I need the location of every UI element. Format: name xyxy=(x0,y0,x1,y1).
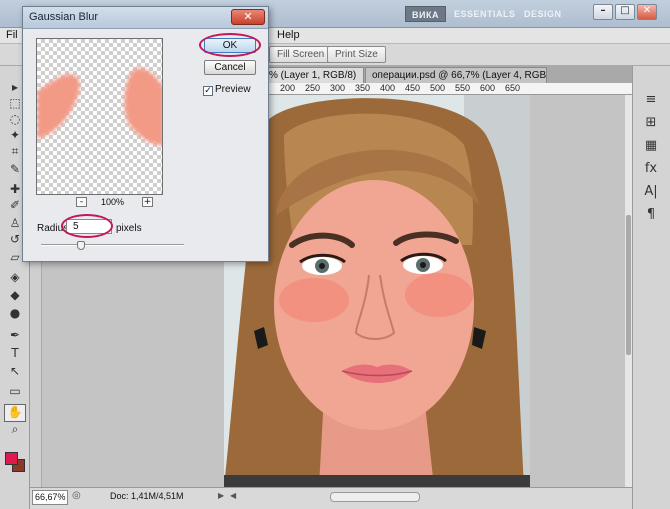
status-arrow-right-icon[interactable]: ▶ xyxy=(218,491,224,500)
close-icon: ✕ xyxy=(642,5,652,16)
cancel-button[interactable]: Cancel xyxy=(204,60,256,75)
radius-unit-label: pixels xyxy=(116,223,142,234)
menu-file[interactable]: Fil xyxy=(6,29,18,41)
panel-toggle-icon[interactable]: ≡ xyxy=(641,92,661,108)
app-close-button[interactable]: ✕ xyxy=(637,4,657,20)
vertical-scrollbar[interactable] xyxy=(625,95,632,487)
foreground-color-swatch[interactable] xyxy=(5,452,18,465)
ruler-tick: 600 xyxy=(480,83,496,93)
document-size-info: Doc: 1,41M/4,51M xyxy=(110,491,184,501)
ruler-tick: 200 xyxy=(280,83,296,93)
zoom-out-button[interactable]: - xyxy=(76,197,87,207)
ruler-tick: 550 xyxy=(455,83,471,93)
close-icon: ✕ xyxy=(243,10,253,23)
hand-tool-icon[interactable]: ✋ xyxy=(4,404,26,422)
portrait-illustration xyxy=(224,95,530,487)
workspace-design-button[interactable]: DESIGN xyxy=(518,6,568,22)
panel-toggle-icon[interactable]: fx xyxy=(641,161,661,177)
fill-screen-button[interactable]: Fill Screen xyxy=(269,46,333,63)
panel-toggle-icon[interactable]: ⊞ xyxy=(641,115,661,131)
status-info-icon[interactable]: ◎ xyxy=(72,490,81,501)
radius-slider-track[interactable] xyxy=(41,244,184,246)
status-bar: 66,67% ◎ Doc: 1,41M/4,51M ▶ ◀ xyxy=(30,487,632,509)
zoom-level-field[interactable]: 66,67% xyxy=(32,490,68,505)
portrait-photo[interactable] xyxy=(224,95,530,487)
tab-operations-psd[interactable]: операции.psd @ 66,7% (Layer 4, RGB/8) * xyxy=(365,67,547,83)
tab-close-icon[interactable]: × xyxy=(363,70,364,81)
panel-toggle-icon[interactable]: ▦ xyxy=(641,138,661,154)
blur-tool-icon[interactable]: ◆ xyxy=(4,288,26,306)
blur-preview-area[interactable] xyxy=(36,38,163,195)
photoshop-window: ВИКА ESSENTIALS DESIGN – □ ✕ Fil Help Fi… xyxy=(0,0,670,509)
ruler-tick: 350 xyxy=(355,83,371,93)
radius-slider-thumb[interactable] xyxy=(77,241,85,250)
horizontal-ruler: 200 250 300 350 400 450 500 550 600 650 xyxy=(262,83,632,95)
print-size-button[interactable]: Print Size xyxy=(327,46,386,63)
workspace-vika-button[interactable]: ВИКА xyxy=(405,6,446,22)
ruler-tick: 650 xyxy=(505,83,521,93)
vertical-scroll-thumb[interactable] xyxy=(626,215,631,355)
horizontal-scroll-thumb[interactable] xyxy=(330,492,420,502)
radius-input[interactable]: 5 xyxy=(66,219,112,234)
preview-label: Preview xyxy=(215,84,251,95)
preview-zoom-level: 100% xyxy=(101,197,125,207)
minimize-icon: – xyxy=(600,5,606,16)
ruler-tick: 300 xyxy=(330,83,346,93)
preview-skin-shapes xyxy=(37,68,162,146)
restore-button[interactable]: □ xyxy=(615,4,635,20)
document-tab-bar: % (Layer 1, RGB/8) × операции.psd @ 66,7… xyxy=(262,66,632,83)
preview-checkbox-row[interactable]: ✓ Preview xyxy=(203,84,251,96)
panel-toggle-icon[interactable]: ¶ xyxy=(641,207,661,223)
bucket-tool-icon[interactable]: ◈ xyxy=(4,270,26,288)
type-tool-icon[interactable]: T xyxy=(4,346,26,364)
workspace-essentials-button[interactable]: ESSENTIALS xyxy=(448,6,522,22)
ok-button[interactable]: OK xyxy=(204,38,256,53)
ruler-tick: 450 xyxy=(405,83,421,93)
panel-toggle-icon[interactable]: A| xyxy=(641,184,661,200)
pen-tool-icon[interactable]: ✒ xyxy=(4,328,26,346)
tab-layer-1[interactable]: % (Layer 1, RGB/8) × xyxy=(262,67,364,83)
minimize-button[interactable]: – xyxy=(593,4,613,20)
menu-help[interactable]: Help xyxy=(277,29,300,41)
restore-icon: □ xyxy=(620,5,630,16)
ruler-tick: 500 xyxy=(430,83,446,93)
dialog-title-bar[interactable]: Gaussian Blur ✕ xyxy=(23,7,268,29)
dialog-close-button[interactable]: ✕ xyxy=(231,9,265,25)
path-select-tool-icon[interactable]: ↖ xyxy=(4,364,26,382)
shape-tool-icon[interactable]: ▭ xyxy=(4,384,26,402)
dodge-tool-icon[interactable]: ● xyxy=(4,306,26,324)
ruler-tick: 250 xyxy=(305,83,321,93)
ruler-tick: 400 xyxy=(380,83,396,93)
zoom-in-button[interactable]: + xyxy=(142,197,153,207)
collapsed-panels: ≡ ⊞ ▦ fx A| ¶ xyxy=(632,66,670,509)
dialog-title: Gaussian Blur xyxy=(29,11,99,23)
tab-label: операции.psd @ 66,7% (Layer 4, RGB/8) * xyxy=(372,70,547,81)
gaussian-blur-dialog: Gaussian Blur ✕ - 100% + OK Cancel ✓ Prev… xyxy=(22,6,269,262)
scroll-left-arrow-icon[interactable]: ◀ xyxy=(230,491,236,500)
tab-label: % (Layer 1, RGB/8) xyxy=(269,70,357,81)
preview-checkbox[interactable]: ✓ xyxy=(203,86,213,96)
zoom-tool-icon[interactable]: ⌕ xyxy=(4,422,26,440)
